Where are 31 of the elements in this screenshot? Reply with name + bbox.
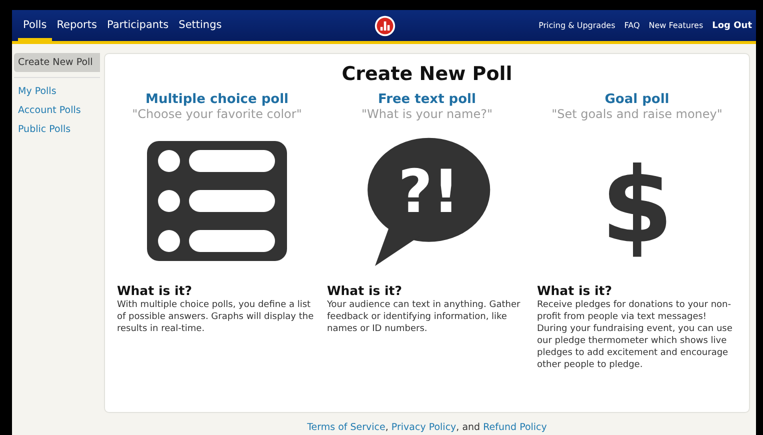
nav-link[interactable]: Pricing & Upgrades [538,20,616,30]
footer-link[interactable]: Privacy Policy [391,422,456,433]
sidebar-item[interactable]: Account Polls [14,101,100,120]
bar-chart-logo-icon[interactable] [374,14,396,36]
section-heading: What is it? [537,283,612,298]
nav-link[interactable]: Log Out [712,20,752,30]
section-heading: What is it? [117,283,192,298]
sidebar-item[interactable]: Create New Poll [14,53,100,72]
sidebar-item[interactable]: Public Polls [14,120,100,139]
section-heading: What is it? [327,283,402,298]
footer-text: Terms of Service, Privacy Policy, and Refund Policy [306,422,548,433]
footer-link[interactable]: Terms of Service [307,422,386,433]
example-text: "What is your name?" [362,107,492,121]
nav-link[interactable]: New Features [648,20,704,30]
dollar-sign-icon[interactable]: $ [567,136,707,266]
nav-tab[interactable]: Reports [52,10,102,41]
example-text: "Choose your favorite color" [132,107,302,121]
description-text: Receive pledges for donations to your non-profit from people via text messages! During your fundraising event, you can use our pledge thermometer which shows live pledges to add excitement and encourage other people to pledge. [537,299,734,371]
poll-type-link[interactable]: Goal poll [604,92,670,107]
nav-link[interactable]: FAQ [624,20,640,30]
description-text: Your audience can text in anything. Gather feedback or identifying information, like names or ID numbers. [327,299,522,335]
poll-type-link[interactable]: Multiple choice poll [146,92,288,107]
sidebar-item[interactable]: My Polls [14,82,100,101]
nav-tab[interactable]: Participants [102,10,174,41]
footer-link[interactable]: Refund Policy [483,422,547,433]
nav-tab[interactable]: Settings [174,10,227,41]
poll-type-link[interactable]: Free text poll [378,92,476,107]
example-text: "Set goals and raise money" [552,107,722,121]
description-text: With multiple choice polls, you define a list of possible answers. Graphs will display the results in real-time. [117,299,315,335]
page-title: Create New Poll [342,63,512,85]
nav-tab[interactable]: Polls [18,10,52,41]
